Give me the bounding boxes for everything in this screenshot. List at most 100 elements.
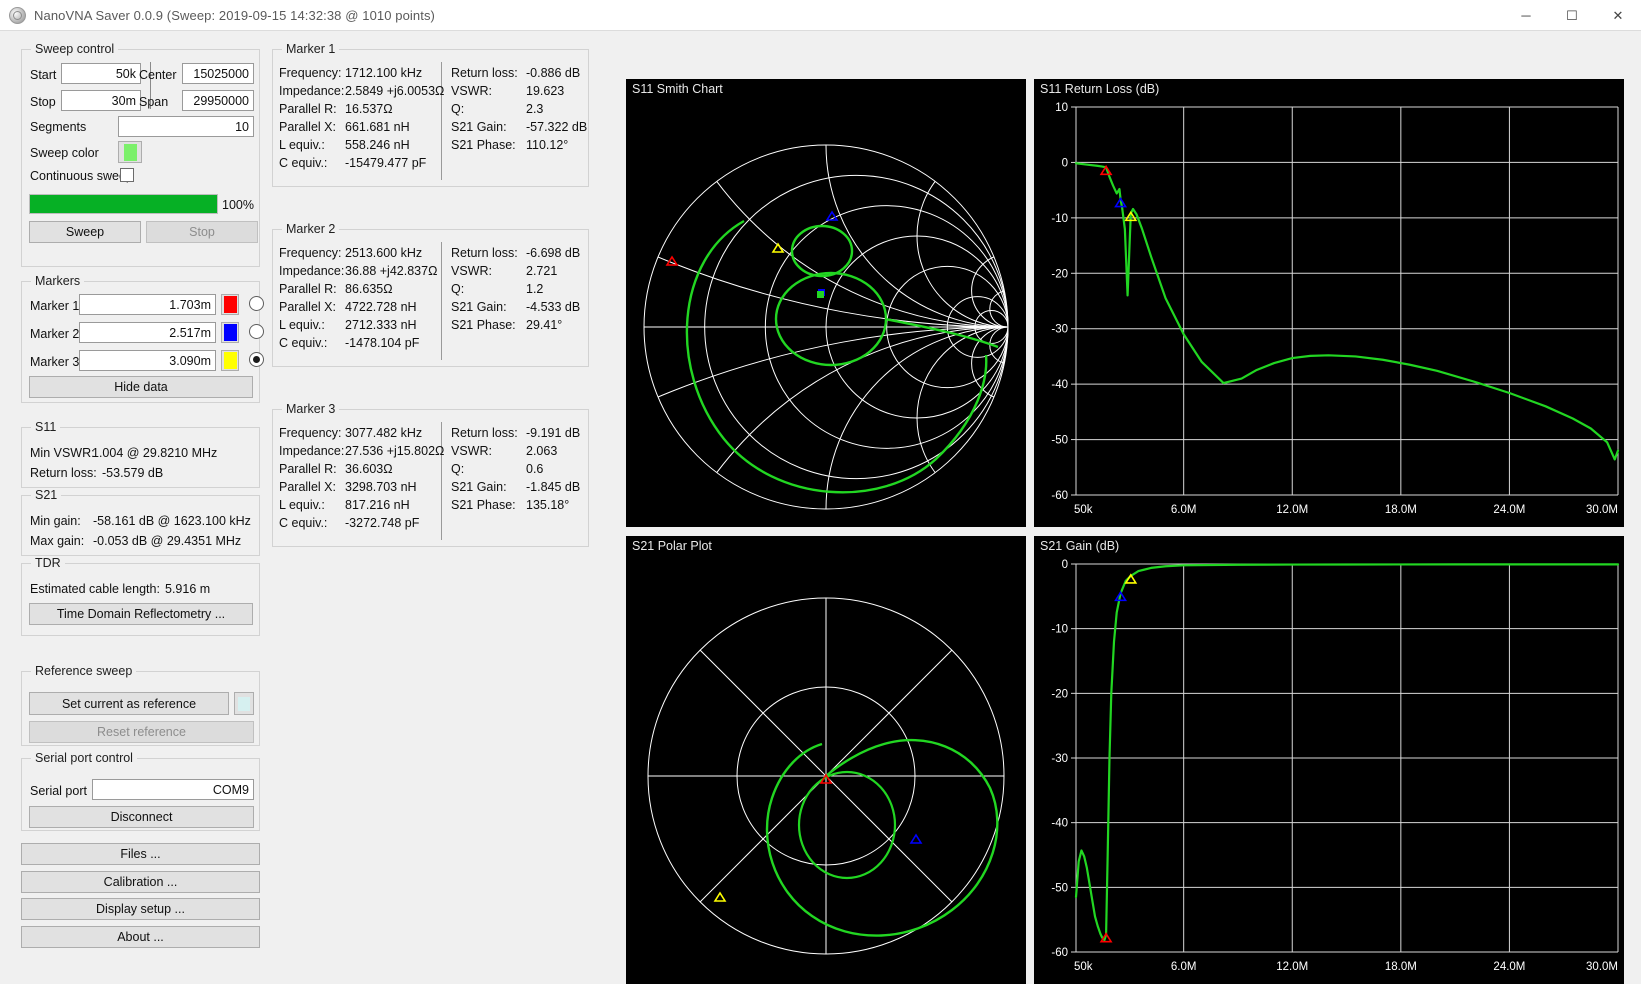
m1-parallel-x-label: Parallel X: xyxy=(279,120,336,134)
start-input[interactable]: 50k xyxy=(61,63,141,84)
span-input[interactable]: 29950000 xyxy=(182,90,254,111)
marker-1-input[interactable]: 1.703m xyxy=(79,294,216,315)
m3-c-equiv-value: -3272.748 pF xyxy=(345,516,420,530)
m1-vswr-value: 19.623 xyxy=(526,84,565,98)
reference-color-button[interactable] xyxy=(234,692,254,715)
marker-3-radio[interactable] xyxy=(249,352,264,367)
sweep-progress-bar xyxy=(29,194,218,214)
start-label: Start xyxy=(30,68,57,82)
marker-2-radio[interactable] xyxy=(249,324,264,339)
m2-impedance-value: 36.88 +j42.837Ω xyxy=(345,264,438,278)
m3-frequency-label: Frequency: xyxy=(279,426,342,440)
svg-text:-50: -50 xyxy=(1051,435,1068,447)
m3-s21-phase-label: S21 Phase: xyxy=(451,498,516,512)
svg-text:10: 10 xyxy=(1055,102,1068,114)
svg-text:24.0M: 24.0M xyxy=(1493,504,1525,516)
hide-data-button[interactable]: Hide data xyxy=(29,376,253,398)
marker-3-details-legend: Marker 3 xyxy=(282,402,340,416)
svg-text:-20: -20 xyxy=(1051,268,1068,280)
m2-c-equiv-value: -1478.104 pF xyxy=(345,336,420,350)
s11-return-loss-chart[interactable]: S11 Return Loss (dB) 10 0 -10 -20 -30 -40 -50-… xyxy=(1034,79,1624,527)
m1-vswr-label: VSWR: xyxy=(451,84,492,98)
s11-return-loss-label: Return loss: xyxy=(30,466,97,480)
disconnect-button[interactable]: Disconnect xyxy=(29,806,254,828)
m1-s21-gain-value: -57.322 dB xyxy=(526,120,588,134)
m1-c-equiv-value: -15479.477 pF xyxy=(345,156,427,170)
tdr-legend: TDR xyxy=(31,556,65,570)
sweep-control-legend: Sweep control xyxy=(31,42,119,56)
m3-frequency-value: 3077.482 kHz xyxy=(345,426,423,440)
m3-s21-gain-label: S21 Gain: xyxy=(451,480,507,494)
svg-text:-60: -60 xyxy=(1051,947,1068,959)
s21-summary-group: S21 Min gain: -58.161 dB @ 1623.100 kHz … xyxy=(21,488,260,556)
markers-group: Markers Marker 1 1.703m Marker 2 2.517m … xyxy=(21,274,264,403)
window-title: NanoVNA Saver 0.0.9 (Sweep: 2019-09-15 1… xyxy=(34,7,435,23)
segments-input[interactable]: 10 xyxy=(118,116,254,137)
continuous-sweep-label: Continuous sweep xyxy=(30,169,133,183)
m1-frequency-value: 1712.100 kHz xyxy=(345,66,423,80)
s11-smith-chart[interactable]: S11 Smith Chart xyxy=(626,79,1026,527)
marker-2-details-divider xyxy=(441,242,442,360)
m1-c-equiv-label: C equiv.: xyxy=(279,156,328,170)
svg-text:-60: -60 xyxy=(1051,490,1068,502)
marker-2-color-button[interactable] xyxy=(221,322,239,343)
marker-1-color-swatch xyxy=(223,296,237,313)
m1-s21-phase-value: 110.12° xyxy=(526,138,569,152)
display-setup-button[interactable]: Display setup ... xyxy=(21,898,260,920)
m1-l-equiv-label: L equiv.: xyxy=(279,138,325,152)
calibration-button[interactable]: Calibration ... xyxy=(21,871,260,893)
svg-text:-10: -10 xyxy=(1051,213,1068,225)
m1-l-equiv-value: 558.246 nH xyxy=(345,138,410,152)
marker-3-details-group: Marker 3 Frequency: 3077.482 kHz Impedan… xyxy=(272,402,589,547)
about-button[interactable]: About ... xyxy=(21,926,260,948)
m3-c-equiv-label: C equiv.: xyxy=(279,516,328,530)
close-button[interactable]: ✕ xyxy=(1595,0,1641,31)
m2-frequency-label: Frequency: xyxy=(279,246,342,260)
cable-length-label: Estimated cable length: xyxy=(30,582,160,596)
stop-sweep-button[interactable]: Stop xyxy=(146,221,258,243)
s21-polar-plot[interactable]: S21 Polar Plot xyxy=(626,536,1026,984)
reset-reference-button[interactable]: Reset reference xyxy=(29,721,254,743)
stop-label: Stop xyxy=(30,95,56,109)
marker-3-color-button[interactable] xyxy=(221,350,239,371)
marker-2-color-swatch xyxy=(223,324,237,341)
center-input[interactable]: 15025000 xyxy=(182,63,254,84)
serial-port-legend: Serial port control xyxy=(31,751,137,765)
marker-1-radio[interactable] xyxy=(249,296,264,311)
marker-1-label: Marker 1 xyxy=(30,299,80,313)
m1-return-loss-value: -0.886 dB xyxy=(526,66,581,80)
m2-s21-gain-value: -4.533 dB xyxy=(526,300,581,314)
marker-3-details-divider xyxy=(441,422,442,540)
stop-input[interactable]: 30m xyxy=(61,90,141,111)
m3-parallel-r-label: Parallel R: xyxy=(279,462,337,476)
sweep-color-button[interactable] xyxy=(118,141,142,163)
m3-parallel-r-value: 36.603Ω xyxy=(345,462,393,476)
s11-legend: S11 xyxy=(31,420,61,434)
tdr-button[interactable]: Time Domain Reflectometry ... xyxy=(29,603,253,625)
serial-port-input[interactable]: COM9 xyxy=(92,779,254,800)
marker-2-details-legend: Marker 2 xyxy=(282,222,340,236)
minimize-button[interactable]: ─ xyxy=(1503,0,1549,31)
marker-1-color-button[interactable] xyxy=(221,294,239,315)
m3-impedance-value: 27.536 +j15.802Ω xyxy=(345,444,445,458)
set-reference-button[interactable]: Set current as reference xyxy=(29,692,229,715)
svg-text:12.0M: 12.0M xyxy=(1276,504,1308,516)
sweep-button[interactable]: Sweep xyxy=(29,221,141,243)
m3-return-loss-value: -9.191 dB xyxy=(526,426,581,440)
max-gain-value: -0.053 dB @ 29.4351 MHz xyxy=(93,534,242,548)
serial-port-label: Serial port xyxy=(30,784,87,798)
cable-length-value: 5.916 m xyxy=(165,582,211,596)
continuous-sweep-checkbox[interactable] xyxy=(120,168,134,182)
files-button[interactable]: Files ... xyxy=(21,843,260,865)
s21-gain-canvas: 0 -10 -20 -30 -40 -50 -60 50k 6.0M 12.0M 18.0M 24.0… xyxy=(1051,559,1620,973)
svg-text:6.0M: 6.0M xyxy=(1171,504,1197,516)
maximize-button[interactable]: ☐ xyxy=(1549,0,1595,31)
sweep-color-label: Sweep color xyxy=(30,146,99,160)
svg-text:-30: -30 xyxy=(1051,324,1068,336)
marker-2-input[interactable]: 2.517m xyxy=(79,322,216,343)
s21-gain-chart[interactable]: S21 Gain (dB) 0 -10 -20 -30 -40 -50 -60 50k 6.0M… xyxy=(1034,536,1624,984)
svg-text:24.0M: 24.0M xyxy=(1493,961,1525,973)
marker-2-label: Marker 2 xyxy=(30,327,80,341)
svg-text:-30: -30 xyxy=(1051,753,1068,765)
marker-3-input[interactable]: 3.090m xyxy=(79,350,216,371)
